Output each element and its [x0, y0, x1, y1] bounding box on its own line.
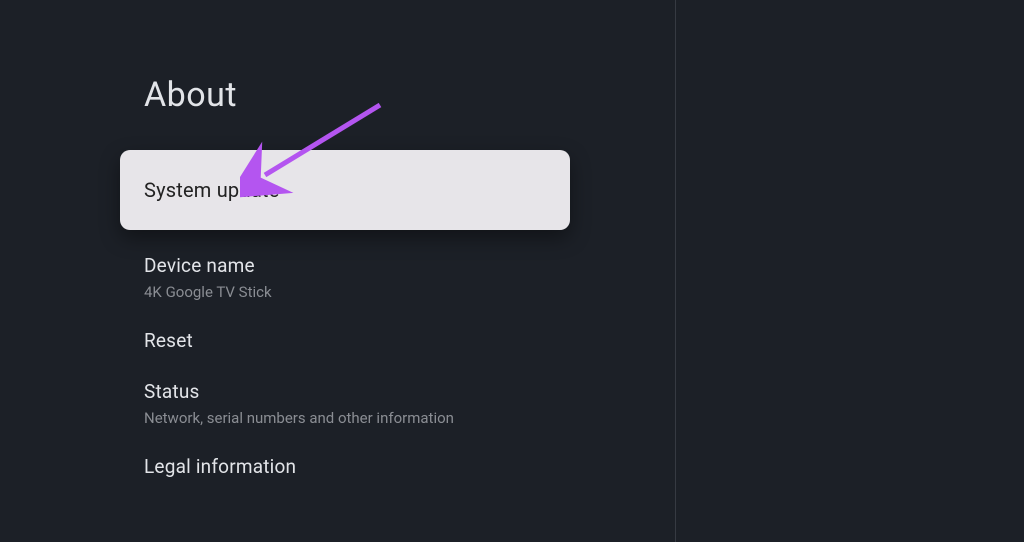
- menu-item-legal-information[interactable]: Legal information: [120, 455, 570, 478]
- item-title: Status: [144, 380, 546, 403]
- page-title: About: [144, 75, 670, 115]
- item-title: Reset: [144, 329, 546, 352]
- about-panel: About System update Device name 4K Googl…: [0, 0, 670, 478]
- item-subtitle: 4K Google TV Stick: [144, 283, 546, 301]
- menu-item-status[interactable]: Status Network, serial numbers and other…: [120, 380, 570, 427]
- item-title: Device name: [144, 254, 546, 277]
- item-title: Legal information: [144, 455, 546, 478]
- item-title: System update: [144, 178, 546, 202]
- menu-item-system-update[interactable]: System update: [120, 150, 570, 230]
- sidebar-divider: [675, 0, 676, 542]
- menu-item-device-name[interactable]: Device name 4K Google TV Stick: [120, 254, 570, 301]
- item-subtitle: Network, serial numbers and other inform…: [144, 409, 546, 427]
- menu-item-reset[interactable]: Reset: [120, 329, 570, 352]
